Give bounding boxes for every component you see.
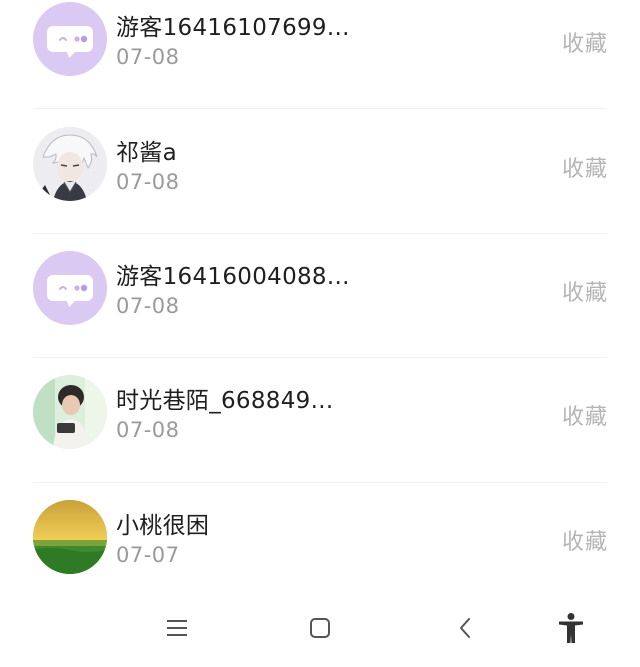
default-chat-avatar-icon [47,26,93,58]
date-label: 07-08 [116,294,180,318]
list-item[interactable]: 游客16416107699... 07-08 收藏 [0,0,640,102]
user-name: 祁酱a [116,140,177,166]
list-item[interactable]: 祁酱a 07-08 收藏 [0,103,640,227]
user-name: 小桃很困 [116,513,210,539]
anime-character-avatar-icon [33,127,107,201]
home-square-icon[interactable] [300,608,340,648]
favorite-button[interactable]: 收藏 [562,26,608,58]
date-label: 07-08 [116,418,180,442]
default-chat-avatar-icon [47,275,93,307]
list-item[interactable]: 游客16416004088... 07-08 收藏 [0,227,640,351]
favorite-button[interactable]: 收藏 [562,399,608,431]
avatar[interactable] [33,2,107,76]
user-name: 时光巷陌_668849... [116,388,334,414]
favorite-button[interactable]: 收藏 [562,275,608,307]
system-navigation-bar [0,590,640,667]
menu-icon[interactable] [157,608,197,648]
avatar[interactable] [33,500,107,574]
avatar[interactable] [33,127,107,201]
avatar[interactable] [33,375,107,449]
favorite-button[interactable]: 收藏 [562,524,608,556]
avatar[interactable] [33,251,107,325]
user-name: 游客16416004088... [116,264,350,290]
date-label: 07-08 [116,170,180,194]
list-item[interactable]: 时光巷陌_668849... 07-08 收藏 [0,351,640,475]
back-chevron-icon[interactable] [445,608,485,648]
accessibility-icon[interactable] [551,608,591,648]
favorite-button[interactable]: 收藏 [562,151,608,183]
user-name: 游客16416107699... [116,15,350,41]
list-item[interactable]: 小桃很困 07-07 收藏 [0,476,640,600]
landscape-avatar-icon [33,500,107,574]
date-label: 07-07 [116,543,180,567]
photo-person-avatar-icon [33,375,107,449]
date-label: 07-08 [116,45,180,69]
